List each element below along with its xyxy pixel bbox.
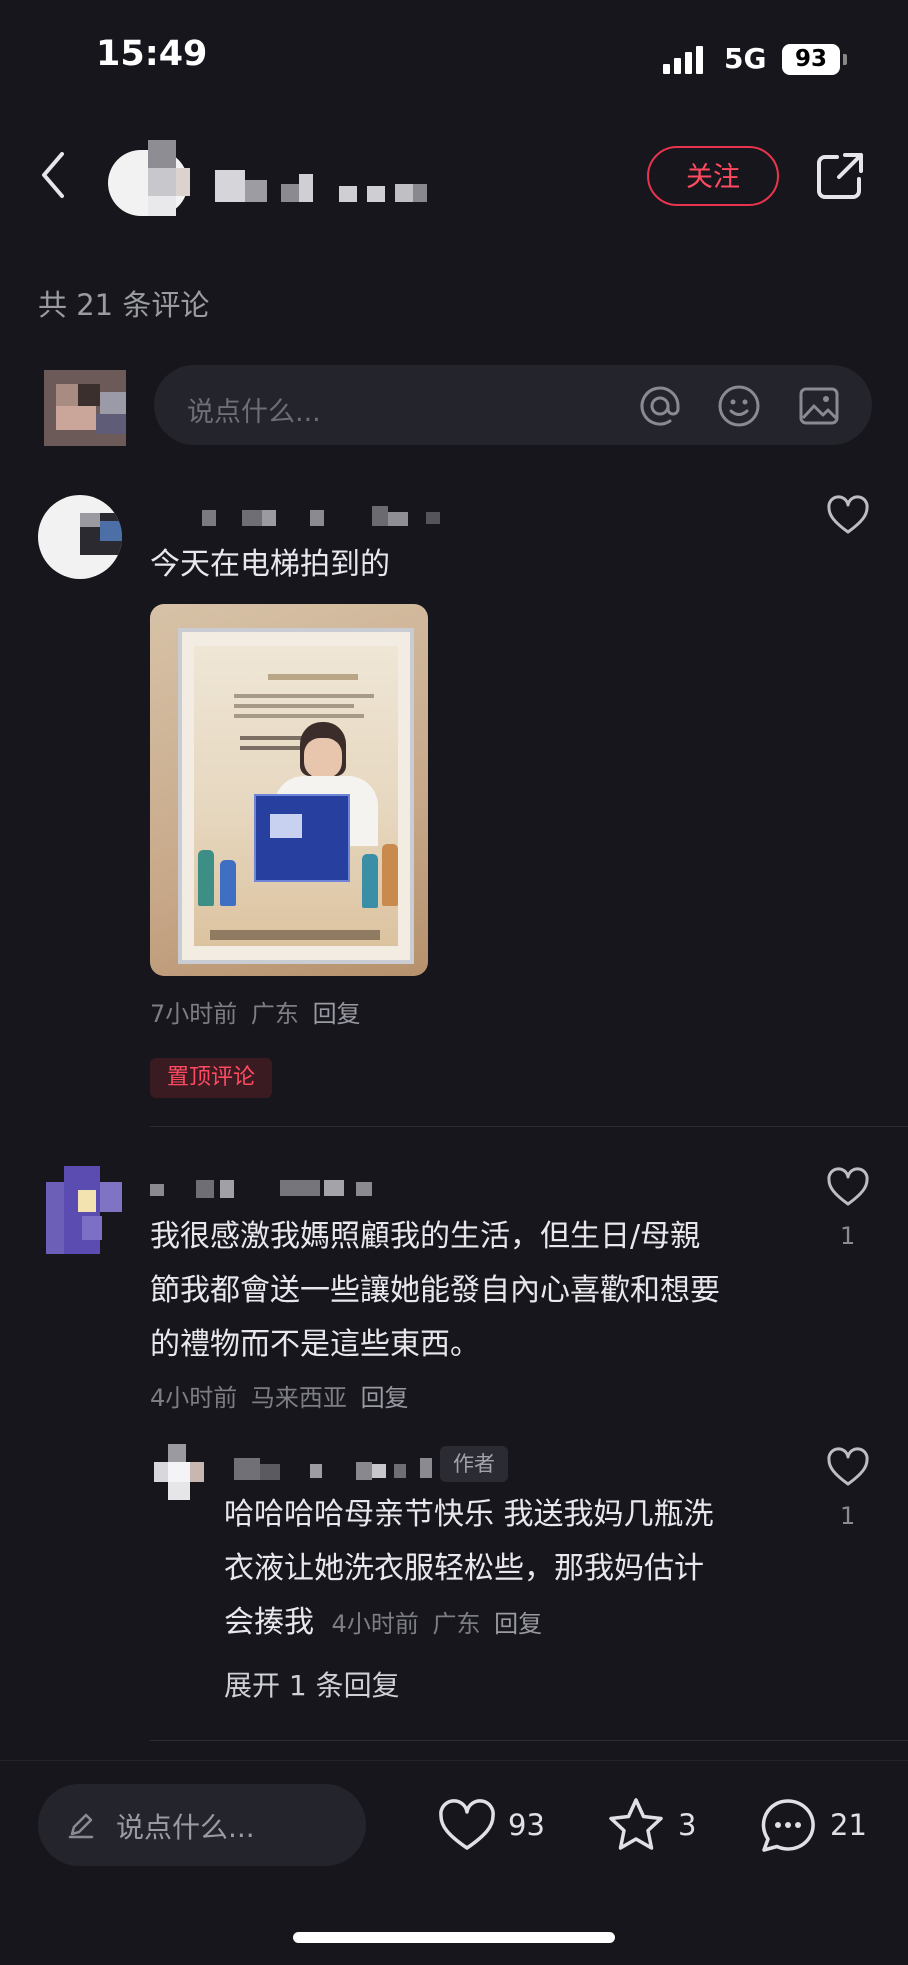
comment-2-text-line-3: 的禮物而不是這些東西。	[150, 1327, 480, 1362]
author-avatar[interactable]	[108, 140, 190, 220]
current-user-avatar	[44, 370, 126, 446]
bottom-bar-divider	[0, 1760, 908, 1761]
comment-2-meta: 4小时前 马来西亚 回复	[150, 1378, 409, 1413]
reply-reply-button[interactable]: 回复	[494, 1610, 542, 1638]
back-icon[interactable]	[38, 150, 68, 200]
reply-text-line-2: 衣液让她洗衣服轻松些，那我妈估计	[224, 1551, 704, 1586]
comment-input-placeholder: 说点什么...	[187, 397, 321, 428]
comment-icon[interactable]	[758, 1796, 818, 1856]
reply-avatar[interactable]	[154, 1444, 204, 1500]
comment-2-location: 马来西亚	[250, 1384, 347, 1412]
reply-text-line-3-row: 会揍我 4小时前 广东 回复	[224, 1596, 714, 1651]
comment-1-image[interactable]	[150, 604, 428, 976]
comment-1-meta: 7小时前 广东 回复	[150, 994, 361, 1029]
pencil-icon	[68, 1813, 94, 1839]
battery-level: 93	[782, 44, 840, 75]
reply-username-obscured[interactable]	[226, 1454, 436, 1480]
comment-1-reply-button[interactable]: 回复	[313, 1000, 361, 1028]
comment-2-username-obscured[interactable]	[150, 1176, 380, 1198]
follow-button[interactable]: 关注	[647, 146, 779, 206]
share-icon[interactable]	[815, 151, 865, 201]
comment-2-text-line-1: 我很感激我媽照顧我的生活，但生日/母親	[150, 1219, 701, 1254]
signal-icon	[663, 46, 707, 74]
emoji-icon[interactable]	[717, 384, 761, 428]
comment-1-time: 7小时前	[150, 1000, 238, 1028]
comment-2-reply-button[interactable]: 回复	[361, 1384, 409, 1412]
comment-2-time: 4小时前	[150, 1384, 238, 1412]
pinned-badge: 置顶评论	[150, 1058, 272, 1098]
favorite-count: 3	[678, 1808, 697, 1842]
reply-time: 4小时前	[331, 1610, 419, 1638]
star-icon[interactable]	[606, 1796, 666, 1854]
comment-1-username-obscured[interactable]	[150, 506, 450, 530]
comment-2-like-count: 1	[840, 1222, 856, 1250]
divider	[150, 1740, 908, 1741]
mention-icon[interactable]	[638, 384, 682, 428]
like-count: 93	[508, 1808, 545, 1842]
reply-meta: 4小时前 广东 回复	[332, 1610, 543, 1638]
comment-1-like-icon[interactable]	[826, 494, 870, 538]
reply-text-line-1: 哈哈哈哈母亲节快乐 我送我妈几瓶洗	[224, 1497, 714, 1532]
reply-like-count: 1	[840, 1502, 856, 1530]
battery-icon	[843, 54, 847, 65]
network-type: 5G	[724, 42, 767, 75]
comment-2-like-icon[interactable]	[826, 1166, 870, 1210]
comment-2-text-line-2: 節我都會送一些讓她能發自內心喜歡和想要	[150, 1273, 720, 1308]
like-icon[interactable]	[438, 1798, 496, 1852]
expand-replies-button[interactable]: 展开 1 条回复	[224, 1664, 400, 1704]
comment-2-text: 我很感激我媽照顧我的生活，但生日/母親 節我都會送一些讓她能發自內心喜歡和想要 …	[150, 1210, 720, 1372]
comment-1-avatar[interactable]	[38, 495, 122, 579]
image-icon[interactable]	[797, 384, 841, 428]
home-indicator[interactable]	[293, 1932, 615, 1943]
author-badge: 作者	[440, 1446, 508, 1482]
comment-1-text: 今天在电梯拍到的	[150, 547, 390, 582]
reply-text-line-3: 会揍我	[224, 1605, 314, 1640]
reply-text: 哈哈哈哈母亲节快乐 我送我妈几瓶洗 衣液让她洗衣服轻松些，那我妈估计 会揍我 4…	[224, 1488, 714, 1651]
author-name-obscured[interactable]	[215, 170, 435, 204]
divider	[150, 1126, 908, 1127]
reply-like-icon[interactable]	[826, 1446, 870, 1490]
comment-count-bottom: 21	[830, 1808, 867, 1842]
reply-location: 广东	[432, 1610, 481, 1638]
comment-count: 共 21 条评论	[38, 288, 210, 322]
status-time: 15:49	[96, 34, 208, 74]
comment-2-avatar[interactable]	[46, 1166, 126, 1254]
comment-1-location: 广东	[250, 1000, 299, 1028]
bottom-input-placeholder: 说点什么...	[116, 1811, 255, 1844]
